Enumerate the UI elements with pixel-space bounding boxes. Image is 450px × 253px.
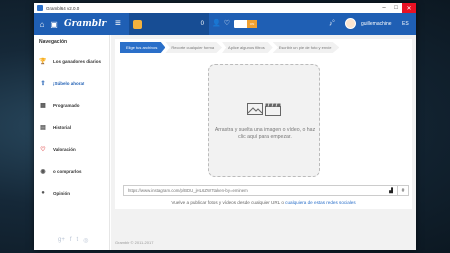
app-icon	[37, 5, 43, 11]
heart-icon: ♡	[40, 146, 46, 153]
upload-card: Elige tus archivos Recorte cualquier for…	[115, 39, 412, 209]
window-titlebar: Grambl64 v2.0.0 – □ ✕	[34, 3, 416, 13]
user-icon[interactable]: 👤	[212, 19, 221, 27]
history-icon: ▤	[40, 124, 46, 131]
sidebar-item-label: ¡Súbelo ahora!	[53, 80, 85, 86]
avatar[interactable]	[345, 18, 356, 29]
coin-icon	[133, 19, 142, 29]
step-filters[interactable]: Aplice algunos filtros	[222, 42, 273, 53]
notification-bell-icon[interactable]: ♪0	[329, 19, 334, 27]
instagram-icon[interactable]: ◎	[83, 237, 88, 244]
main-content: Elige tus archivos Recorte cualquier for…	[111, 35, 416, 250]
sidebar-item-label: Historial	[53, 124, 72, 130]
language-selector[interactable]: ES	[402, 21, 409, 27]
video-clapper-icon	[265, 103, 281, 116]
sidebar-item-label: Opinión	[53, 190, 70, 196]
sidebar: Navegación 🏆 Los ganadores diarios ⇧ ¡Sú…	[34, 35, 110, 250]
trophy-icon: 🏆	[39, 58, 47, 65]
chat-icon: ●	[41, 190, 45, 196]
sidebar-item-label: Programado	[53, 102, 80, 108]
maximize-button[interactable]: □	[390, 3, 402, 13]
sidebar-item-buy[interactable]: ◉ o comprarlos	[34, 160, 109, 182]
home-icon[interactable]: ⌂	[36, 18, 48, 30]
brand-logo: Gramblr	[64, 19, 107, 29]
heart-icon[interactable]: ♡	[224, 19, 230, 27]
facebook-icon[interactable]: f	[70, 237, 72, 244]
social-links: g+ f t ◎	[58, 237, 88, 244]
link-icon[interactable]: ▟	[385, 186, 397, 195]
sidebar-item-label: Los ganadores diarios	[53, 58, 102, 64]
sidebar-item-label: Valoración	[53, 146, 76, 152]
coin-balance[interactable]: 0	[129, 13, 209, 35]
step-caption[interactable]: Escribir un pie de foto y envíe	[272, 42, 340, 53]
repost-hint: Vuelve a publicar fotos y vídeos desde c…	[115, 200, 412, 205]
image-icon	[247, 103, 263, 115]
toggle-on-label: ON	[247, 20, 257, 28]
google-plus-icon[interactable]: g+	[58, 237, 65, 244]
sidebar-item-daily-winners[interactable]: 🏆 Los ganadores diarios	[34, 50, 109, 72]
upload-icon: ⇧	[40, 80, 46, 87]
url-bar: ▟ #	[123, 185, 409, 196]
minimize-button[interactable]: –	[378, 3, 390, 13]
close-button[interactable]: ✕	[402, 3, 416, 13]
username[interactable]: guillemachine	[361, 21, 392, 27]
twitter-icon[interactable]: t	[77, 237, 79, 244]
sidebar-item-history[interactable]: ▤ Historial	[34, 116, 109, 138]
repost-hint-text: Vuelve a publicar fotos y vídeos desde c…	[171, 200, 286, 205]
window-title: Grambl64 v2.0.0	[46, 5, 80, 11]
sidebar-item-feedback[interactable]: ● Opinión	[34, 182, 109, 204]
footer-copyright: Gramblr © 2011-2017	[115, 240, 154, 245]
cart-icon: ◉	[40, 168, 46, 175]
social-networks-link[interactable]: cualquiera de estas redes sociales	[285, 200, 355, 205]
menu-icon[interactable]: ≡	[115, 18, 121, 29]
dropzone-text: Arrastra y suelta una imagen o vídeo, o …	[214, 127, 316, 140]
top-bar: ⌂ ▣ Gramblr ≡ 0 👤 ♡ ON ♪0 guillemachine …	[34, 13, 416, 35]
notification-count: 0	[332, 19, 335, 23]
sidebar-item-rating[interactable]: ♡ Valoración	[34, 138, 109, 160]
autolike-toggle[interactable]: ON	[234, 20, 257, 28]
upload-steps: Elige tus archivos Recorte cualquier for…	[120, 42, 412, 53]
step-crop[interactable]: Recorte cualquier forma	[165, 42, 223, 53]
sidebar-item-upload[interactable]: ⇧ ¡Súbelo ahora!	[34, 72, 109, 94]
file-dropzone[interactable]: Arrastra y suelta una imagen o vídeo, o …	[208, 64, 320, 177]
calendar-icon: ▦	[40, 102, 46, 109]
sidebar-heading: Navegación	[39, 39, 68, 45]
camera-icon[interactable]: ▣	[48, 18, 60, 30]
sidebar-item-scheduled[interactable]: ▦ Programado	[34, 94, 109, 116]
step-choose-files[interactable]: Elige tus archivos	[120, 42, 166, 53]
coin-count: 0	[200, 21, 204, 27]
app-window: Grambl64 v2.0.0 – □ ✕ ⌂ ▣ Gramblr ≡ 0 👤 …	[34, 3, 416, 250]
hashtag-button[interactable]: #	[397, 186, 408, 195]
url-input[interactable]	[124, 188, 385, 193]
sidebar-item-label: o comprarlos	[53, 168, 82, 174]
